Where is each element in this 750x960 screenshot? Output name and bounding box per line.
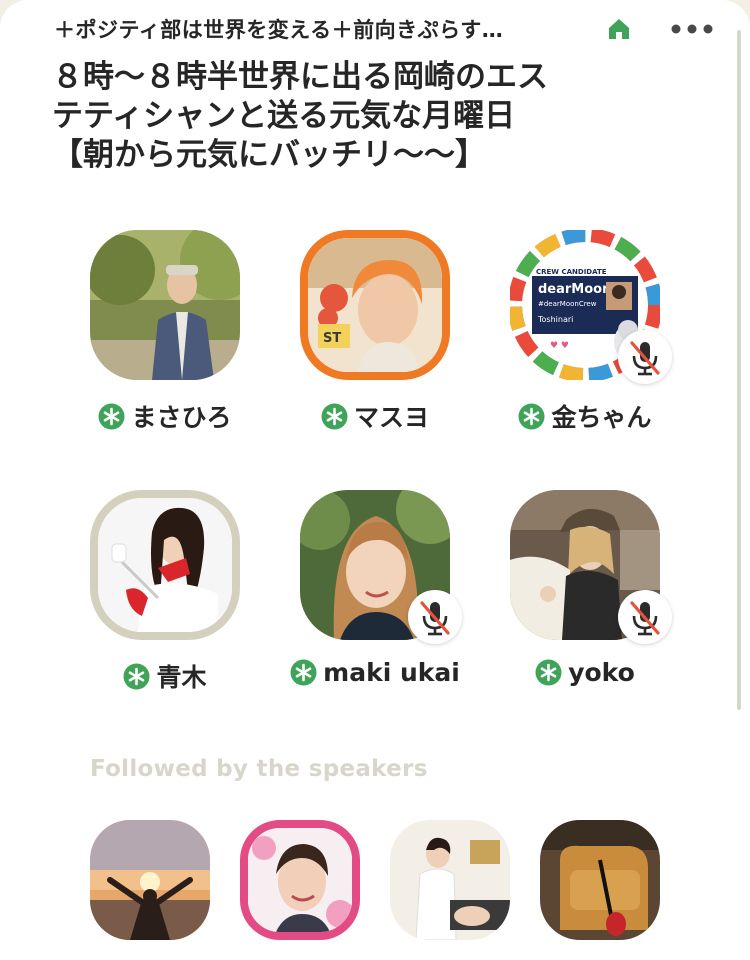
moderator-star-icon [321,403,348,429]
svg-text:♥ ♥: ♥ ♥ [550,341,569,351]
speaker-avatar-wrap: CREW CANDIDATE dearMoon #dearMoonCrew To… [510,230,672,384]
moderator-star-icon [123,663,150,689]
moderator-star-icon [290,659,317,686]
room-title-line: テティシャンと送る元気な月曜日 [52,98,516,134]
mic-muted-icon [420,601,450,636]
speaker-name-row: maki ukai [270,658,480,687]
crew-candidate-text: CREW CANDIDATE [536,268,607,276]
speaker-tile[interactable]: yoko [480,490,690,720]
dear-moon-text: dearMoon [538,282,611,297]
speaker-name: マスヨ [353,403,429,432]
speaker-tile[interactable]: 青木 [60,490,270,720]
speaker-tile[interactable]: まさひろ [60,230,270,460]
listener-avatar[interactable] [540,820,660,940]
speaker-avatar-wrap [510,490,672,644]
club-name-link[interactable]: ＋ポジティ部は世界を変える＋前向きぷらす… [54,14,503,44]
speaker-avatar-wrap: ST [300,230,450,380]
speaker-tile[interactable]: ST マスヨ [270,230,480,460]
avatar[interactable]: ST [300,230,450,380]
speaker-name-row: yoko [480,658,690,687]
speaker-name: 青木 [156,663,207,692]
speaker-name-row: まさひろ [60,398,270,434]
mic-muted-badge [618,330,672,384]
home-icon[interactable] [606,16,632,42]
moderator-star-icon [518,403,545,429]
moderator-star-icon [98,403,125,429]
speaker-name: 金ちゃん [551,403,652,432]
speaker-avatar-wrap [300,490,462,644]
speaker-avatar-wrap [90,230,240,380]
room-sheet: ＋ポジティ部は世界を変える＋前向きぷらす… ８時〜８時半世界に出る岡崎のエス テ… [0,0,750,960]
listener-avatar[interactable] [240,820,360,940]
speaker-name: maki ukai [323,658,460,687]
speaker-name: まさひろ [131,403,232,432]
toshinari-text: Toshinari [537,315,573,324]
speaker-name-row: 金ちゃん [480,398,690,434]
speaker-tile[interactable]: maki ukai [270,490,480,720]
followed-by-speakers-header: Followed by the speakers [90,756,428,782]
scrollbar[interactable] [737,30,741,710]
room-title-line: ８時〜８時半世界に出る岡崎のエス [52,59,548,95]
mic-muted-icon [630,341,660,376]
room-title-line: 【朝から元気にバッチリ〜〜】 [52,137,486,173]
avatar[interactable] [90,230,240,380]
mic-muted-icon [630,601,660,636]
room-title: ８時〜８時半世界に出る岡崎のエス テティシャンと送る元気な月曜日 【朝から元気に… [52,58,692,175]
hashtag-text: #dearMoonCrew [538,300,597,308]
moderator-star-icon [535,659,562,686]
mic-muted-badge [408,590,462,644]
sticker-text: ST [323,331,341,346]
listener-avatar[interactable] [90,820,210,940]
listener-avatar[interactable] [390,820,510,940]
speaker-name-row: マスヨ [270,398,480,434]
speaker-tile[interactable]: CREW CANDIDATE dearMoon #dearMoonCrew To… [480,230,690,460]
mic-muted-badge [618,590,672,644]
speaker-name: yoko [568,658,635,687]
more-icon[interactable] [668,18,716,40]
speaker-avatar-wrap [90,490,240,640]
speaker-name-row: 青木 [60,658,270,694]
avatar[interactable] [90,490,240,640]
